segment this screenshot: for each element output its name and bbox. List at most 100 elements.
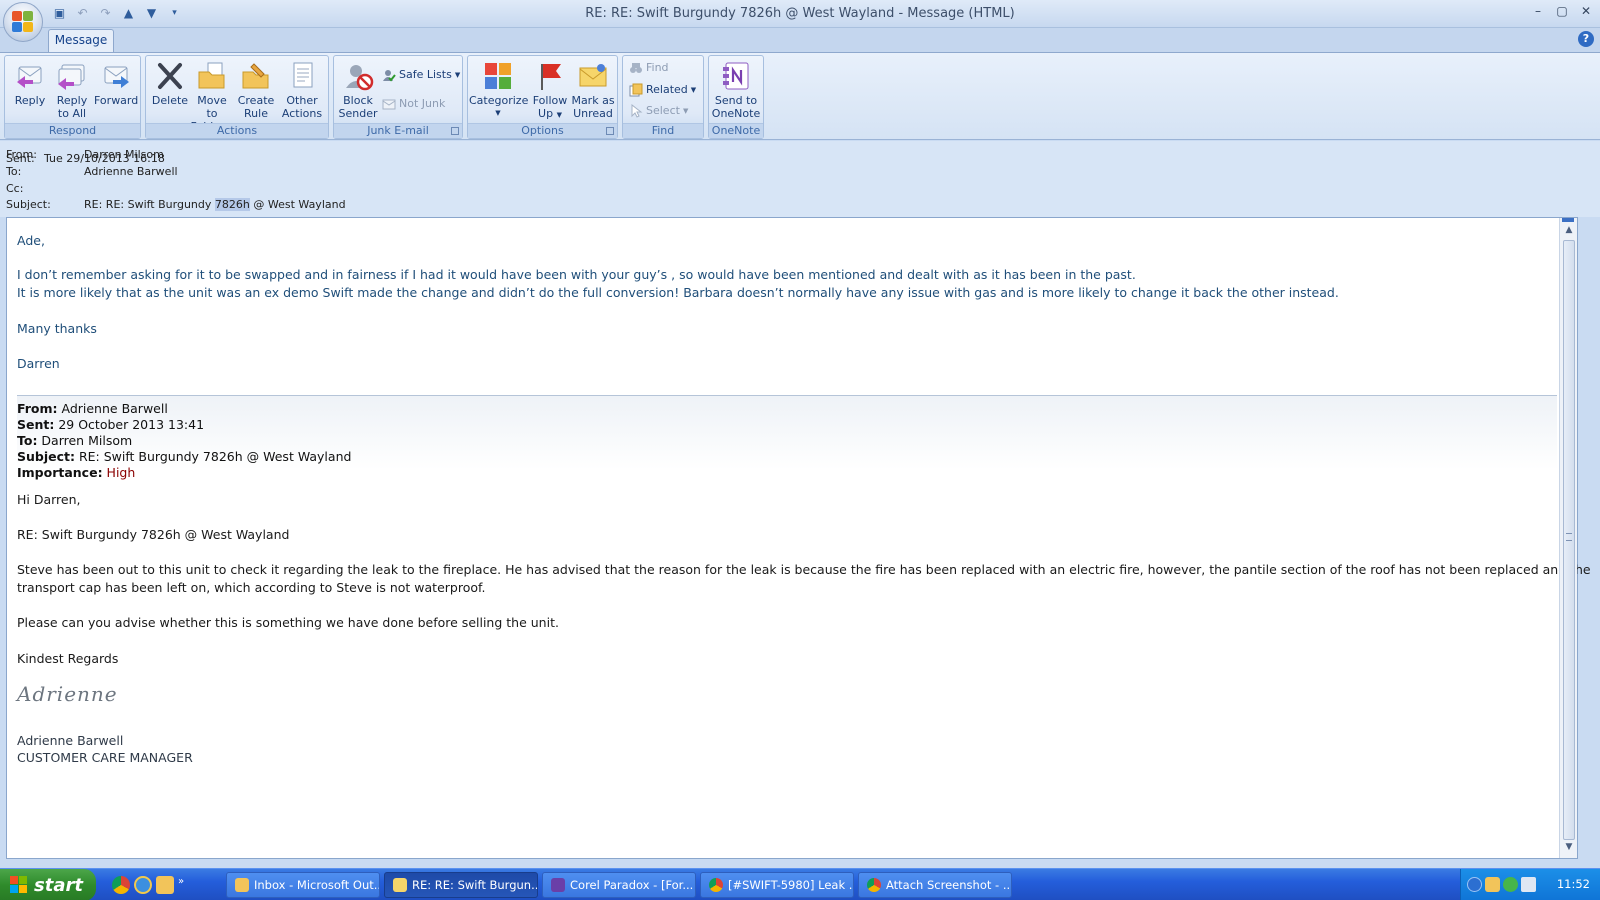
quoted-name: Adrienne Barwell [17, 733, 124, 748]
taskbar: start » Inbox - Microsoft Out... RE: RE:… [0, 868, 1600, 900]
message-header: From: Darren Milsom To: Adrienne Barwell C… [0, 141, 1600, 217]
select-button[interactable]: Select ▼ [629, 102, 688, 120]
forward-button[interactable]: Forward [94, 60, 138, 107]
group-label-junk: Junk E-mail [334, 123, 462, 138]
quoted-importance: Importance: High [17, 465, 136, 480]
restore-icon[interactable]: ▢ [1554, 4, 1570, 20]
network-icon[interactable] [1521, 877, 1536, 892]
vertical-scrollbar[interactable]: ▲ ▼ [1559, 218, 1577, 858]
outlook-icon [235, 878, 249, 892]
taskbar-item[interactable]: Attach Screenshot - ... [858, 872, 1012, 898]
sent-row: Sent: Tue 29/10/2013 16:18 [6, 152, 165, 165]
other-actions-icon [286, 60, 318, 92]
reply-all-button[interactable]: Reply to All [50, 60, 94, 120]
chevron-down-icon: ▼ [682, 107, 689, 115]
taskbar-items: Inbox - Microsoft Out... RE: RE: Swift B… [226, 872, 1012, 898]
dialog-launcher-icon[interactable] [606, 127, 614, 135]
subject-row: Subject: RE: RE: Swift Burgundy 7826h @ W… [6, 198, 346, 211]
office-logo-icon [12, 11, 34, 33]
help-icon[interactable]: ? [1578, 31, 1594, 47]
group-options: Categorize ▼ Follow Up ▼ Mark as Unread … [467, 55, 618, 139]
outlook-icon[interactable] [156, 876, 174, 894]
grip-icon [1566, 533, 1572, 541]
not-junk-button[interactable]: Not Junk [382, 95, 445, 113]
safe-lists-icon [382, 68, 396, 82]
group-junk-email: Block Sender Safe Lists ▼ Not Junk Junk … [333, 55, 463, 139]
group-respond: Reply Reply to All Forward Respond [4, 55, 141, 139]
internet-explorer-icon[interactable] [134, 876, 152, 894]
tab-message[interactable]: Message [48, 29, 114, 52]
taskbar-item[interactable]: Corel Paradox - [For... [542, 872, 696, 898]
scroll-thumb[interactable] [1563, 240, 1575, 840]
ribbon: Reply Reply to All Forward Respond Delet… [0, 52, 1600, 140]
windows-logo-icon [10, 876, 28, 894]
mark-as-unread-button[interactable]: Mark as Unread [571, 60, 615, 120]
title-bar: ▣ ↶ ↷ ▲ ▼ ▾ RE: RE: Swift Burgundy 7826h… [0, 0, 1600, 42]
scroll-splitter[interactable] [1562, 218, 1574, 222]
reply-icon [14, 60, 46, 92]
minimize-icon[interactable]: – [1530, 4, 1546, 20]
group-label-onenote: OneNote [709, 123, 763, 138]
categorize-button[interactable]: Categorize ▼ [469, 60, 528, 120]
body-thanks: Many thanks [17, 321, 97, 336]
system-tray: 11:52 [1460, 869, 1600, 900]
taskbar-item[interactable]: Inbox - Microsoft Out... [226, 872, 380, 898]
scroll-up-icon[interactable]: ▲ [1563, 225, 1575, 237]
ribbon-tab-row: Message ? [0, 28, 1600, 52]
scroll-down-icon[interactable]: ▼ [1563, 842, 1575, 854]
quoted-job-title: CUSTOMER CARE MANAGER [17, 750, 193, 765]
chevron-down-icon: ▼ [495, 109, 501, 117]
quoted-greeting: Hi Darren, [17, 492, 81, 507]
quoted-subject: Subject: RE: Swift Burgundy 7826h @ West… [17, 449, 352, 464]
window-title: RE: RE: Swift Burgundy 7826h @ West Wayl… [585, 6, 1015, 21]
chrome-icon [867, 878, 881, 892]
body-signoff: Darren [17, 356, 60, 371]
chevron-down-icon: ▼ [556, 111, 562, 119]
send-to-onenote-button[interactable]: Send to OneNote [711, 60, 761, 120]
follow-up-button[interactable]: Follow Up ▼ [528, 60, 572, 122]
window-controls: – ▢ ✕ [1530, 4, 1594, 20]
group-onenote: Send to OneNote OneNote [708, 55, 764, 139]
outlook-tray-icon[interactable] [1485, 877, 1500, 892]
related-button[interactable]: Related ▼ [629, 81, 696, 99]
cc-row: Cc: [6, 182, 24, 195]
block-sender-icon [342, 60, 374, 92]
group-label-respond: Respond [5, 123, 140, 138]
cursor-icon [629, 103, 643, 118]
related-icon [629, 83, 643, 97]
quoted-to: To: Darren Milsom [17, 433, 133, 448]
status-tray-icon[interactable] [1503, 877, 1518, 892]
delete-icon [154, 60, 186, 92]
dialog-launcher-icon[interactable] [451, 127, 459, 135]
quoted-sent: Sent: 29 October 2013 13:41 [17, 417, 205, 432]
more-icon[interactable]: » [178, 876, 188, 894]
group-label-find: Find [623, 123, 703, 138]
chevron-down-icon: ▼ [690, 86, 697, 94]
clock[interactable]: 11:52 [1557, 877, 1590, 891]
tray-expand-icon[interactable] [1467, 877, 1482, 892]
delete-button[interactable]: Delete [148, 60, 192, 107]
body-line: It is more likely that as the unit was a… [17, 285, 1339, 300]
create-rule-button[interactable]: Create Rule [234, 60, 278, 120]
taskbar-item[interactable]: RE: RE: Swift Burgun... [384, 872, 538, 898]
subject-value[interactable]: RE: RE: Swift Burgundy 7826h @ West Wayl… [84, 198, 346, 211]
chrome-icon[interactable] [112, 876, 130, 894]
close-icon[interactable]: ✕ [1578, 4, 1594, 20]
subject-selection: 7826h [214, 198, 250, 211]
binoculars-icon [629, 61, 643, 75]
group-label-options: Options [468, 123, 617, 138]
handwritten-signature: Adrienne [17, 682, 118, 706]
flag-icon [534, 60, 566, 92]
reply-button[interactable]: Reply [8, 60, 52, 107]
taskbar-item[interactable]: [#SWIFT-5980] Leak ... [700, 872, 854, 898]
quoted-subject-line: RE: Swift Burgundy 7826h @ West Wayland [17, 527, 290, 542]
office-button[interactable] [3, 2, 43, 42]
message-body[interactable]: Ade, I don’t remember asking for it to b… [6, 217, 1591, 859]
message-icon [393, 878, 407, 892]
find-button[interactable]: Find [629, 59, 669, 77]
safe-lists-button[interactable]: Safe Lists ▼ [382, 66, 460, 84]
start-button[interactable]: start [0, 869, 96, 900]
block-sender-button[interactable]: Block Sender [336, 60, 380, 120]
move-to-folder-icon [196, 60, 228, 92]
quoted-request: Please can you advise whether this is so… [17, 615, 559, 630]
